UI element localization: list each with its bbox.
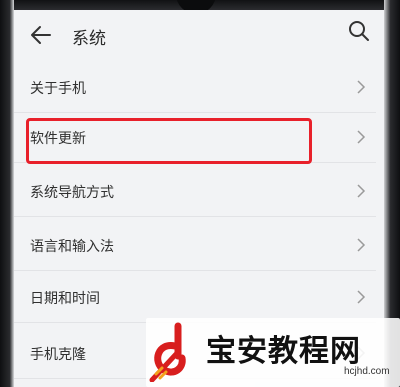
left-bezel <box>0 0 14 387</box>
menu-item-language-input[interactable]: 语言和输入法 <box>14 220 376 271</box>
watermark-logo-icon <box>149 322 186 382</box>
back-arrow-icon[interactable] <box>30 24 52 46</box>
menu-item-label: 手机克隆 <box>30 347 86 363</box>
chevron-right-icon <box>357 80 366 94</box>
highlight-box <box>26 118 312 164</box>
menu-item-about-phone[interactable]: 关于手机 <box>14 62 376 113</box>
search-icon[interactable] <box>348 20 370 42</box>
header: 系统 <box>14 10 384 62</box>
chevron-right-icon <box>357 184 366 198</box>
menu-item-system-navigation[interactable]: 系统导航方式 <box>14 166 376 217</box>
menu-item-date-time[interactable]: 日期和时间 <box>14 272 376 323</box>
chevron-right-icon <box>357 238 366 252</box>
menu-item-label: 系统导航方式 <box>30 185 114 201</box>
watermark: 宝安教程网 hcjhd.com <box>146 318 400 387</box>
watermark-text: 宝安教程网 <box>206 334 361 369</box>
menu-item-label: 关于手机 <box>30 81 86 97</box>
chevron-right-icon <box>357 130 366 144</box>
watermark-url: hcjhd.com <box>344 366 390 377</box>
chevron-right-icon <box>357 290 366 304</box>
menu-item-label: 语言和输入法 <box>30 239 114 255</box>
phone-photo: 系统 关于手机 软件更新 系统导航方式 语言和输入法 日期和时间 手机克隆 宝安… <box>0 0 400 387</box>
page-title: 系统 <box>72 29 106 49</box>
menu-item-label: 日期和时间 <box>30 291 100 307</box>
